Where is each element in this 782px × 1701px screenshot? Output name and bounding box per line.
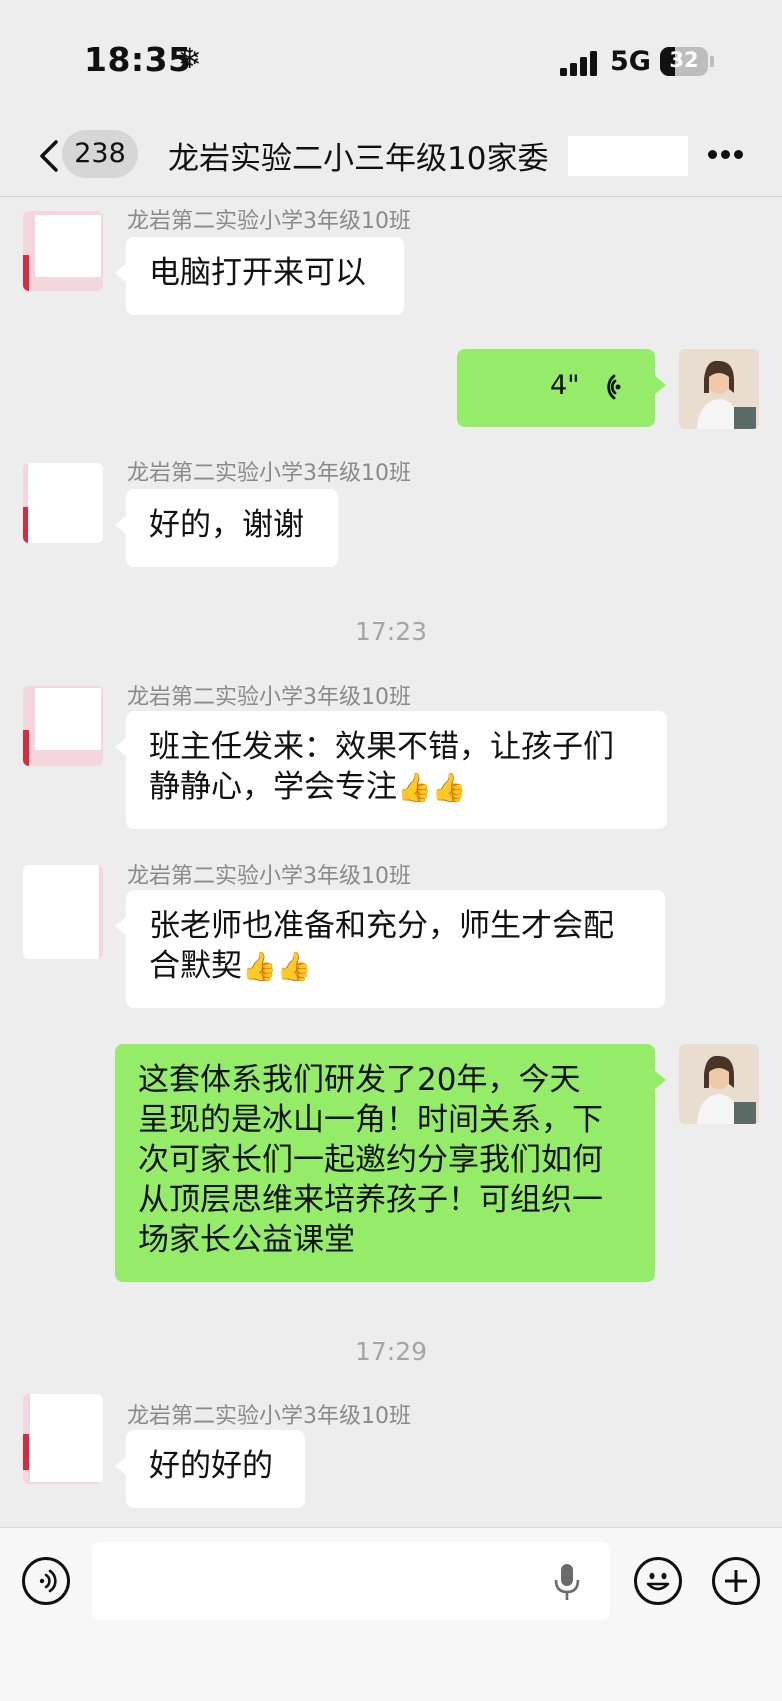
battery-icon: 32 — [660, 47, 708, 76]
plus-more-icon[interactable] — [712, 1557, 760, 1605]
chat-title: 龙岩实验二小三年级10家委 — [168, 141, 549, 177]
thumbs-up-emoji: 👍👍 — [242, 950, 312, 983]
snowflake-icon: ❄ — [178, 42, 202, 75]
message-bubble[interactable]: 好的，谢谢 — [115, 489, 338, 567]
unread-count-badge[interactable]: 238 — [62, 130, 138, 178]
cellular-signal-icon — [560, 50, 600, 76]
sender-avatar[interactable] — [23, 463, 103, 543]
microphone-icon[interactable] — [552, 1562, 582, 1602]
message-input[interactable] — [92, 1542, 610, 1620]
message-text: 班主任发来：效果不错，让孩子们 静静心，学会专注 — [149, 729, 614, 805]
battery-percent: 32 — [669, 48, 699, 72]
redaction-block — [568, 136, 688, 176]
message-text: 张老师也准备和充分，师生才会配 合默契 — [149, 908, 614, 984]
emoji-icon[interactable] — [634, 1557, 682, 1605]
voice-duration: 4" — [550, 370, 580, 401]
message-bubble[interactable]: 班主任发来：效果不错，让孩子们 静静心，学会专注👍👍 — [115, 711, 667, 829]
sender-name: 龙岩第二实验小学3年级10班 — [127, 1404, 411, 1429]
voice-wave-icon — [607, 374, 621, 400]
person-photo-icon — [679, 349, 759, 429]
sender-name: 龙岩第二实验小学3年级10班 — [127, 209, 411, 234]
status-bar: 18:35 ❄ 5G 32 — [0, 0, 782, 118]
battery-tip — [710, 56, 714, 67]
voice-input-toggle-icon[interactable] — [22, 1557, 70, 1605]
message-bubble[interactable]: 好的好的 — [115, 1430, 305, 1508]
network-type: 5G — [610, 46, 651, 77]
sender-avatar[interactable] — [23, 211, 103, 291]
input-bar — [0, 1527, 782, 1701]
message-bubble[interactable]: 这套体系我们研发了20年，今天 呈现的是冰山一角！时间关系，下 次可家长们一起邀… — [115, 1044, 666, 1282]
my-avatar[interactable] — [679, 349, 759, 429]
person-photo-icon — [679, 1044, 759, 1124]
more-options-icon[interactable] — [706, 148, 746, 162]
message-bubble[interactable]: 张老师也准备和充分，师生才会配 合默契👍👍 — [115, 890, 665, 1008]
sender-name: 龙岩第二实验小学3年级10班 — [127, 461, 411, 486]
message-list[interactable]: 龙岩第二实验小学3年级10班 电脑打开来可以 4" 龙岩第二实验小学3年级10班… — [0, 197, 782, 1527]
timestamp: 17:29 — [354, 1337, 428, 1366]
timestamp: 17:23 — [354, 617, 428, 646]
message-bubble[interactable]: 电脑打开来可以 — [115, 237, 404, 315]
my-avatar[interactable] — [679, 1044, 759, 1124]
sender-avatar[interactable] — [23, 865, 103, 959]
sender-name: 龙岩第二实验小学3年级10班 — [127, 685, 411, 710]
sender-name: 龙岩第二实验小学3年级10班 — [127, 864, 411, 889]
sender-avatar[interactable] — [23, 686, 103, 766]
thumbs-up-emoji: 👍👍 — [397, 771, 467, 804]
clock: 18:35 — [84, 40, 192, 79]
chat-header: 238 龙岩实验二小三年级10家委 — [0, 118, 782, 197]
sender-avatar[interactable] — [23, 1394, 103, 1484]
